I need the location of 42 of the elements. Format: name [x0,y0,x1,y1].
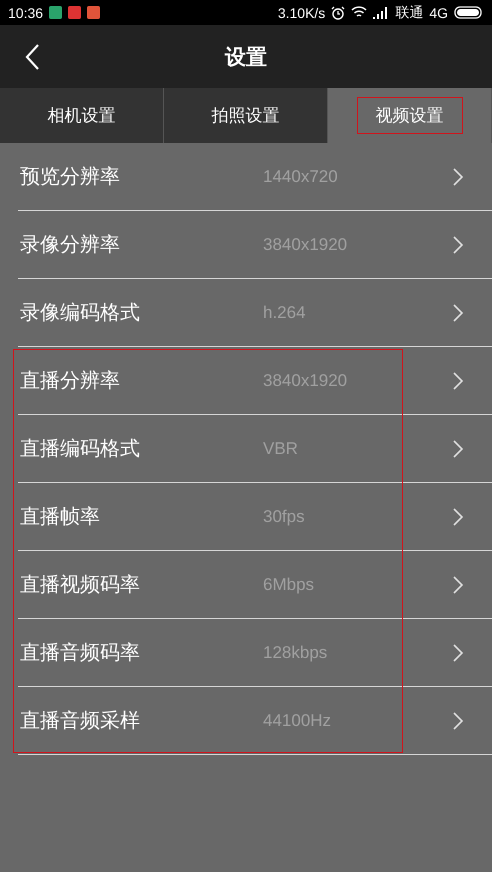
setting-value: VBR [263,438,299,458]
setting-value: 44100Hz [263,710,332,730]
app-notification-icon [87,6,100,19]
chevron-right-icon [452,574,464,594]
setting-value: 30fps [263,506,306,526]
setting-label: 直播编码格式 [19,435,141,462]
setting-value: 3840x1920 [263,370,348,390]
battery-icon [454,6,484,19]
setting-label: 直播音频码率 [19,639,141,666]
setting-label: 直播视频码率 [19,571,141,598]
status-time: 10:36 [8,4,44,20]
app-notification-icon [68,6,82,19]
setting-label: 直播帧率 [19,503,101,530]
chevron-right-icon [452,370,464,390]
network-speed: 3.10K/s [278,4,326,20]
page-title: 设置 [225,44,267,70]
setting-label: 直播音频采样 [19,707,141,734]
chevron-right-icon [452,302,464,322]
setting-value: 1440x720 [263,166,339,186]
setting-value: 6Mbps [263,574,316,594]
setting-label: 直播分辨率 [19,367,121,394]
settings-tab[interactable]: 拍照设置 [164,88,328,143]
chevron-right-icon [452,438,464,458]
setting-label: 录像编码格式 [19,299,141,326]
chevron-right-icon [452,710,464,730]
alarm-icon [331,6,346,20]
chevron-right-icon [452,642,464,662]
setting-label: 录像分辨率 [19,231,121,258]
signal-icon [373,6,390,18]
setting-label: 预览分辨率 [19,163,121,190]
wifi-icon [351,6,368,19]
network-type: 4G [429,4,448,20]
setting-value: 128kbps [263,642,328,662]
chevron-left-icon[interactable] [24,42,40,70]
setting-value: h.264 [263,302,307,322]
app-notification-icon [49,6,62,19]
setting-value: 3840x1920 [263,234,348,254]
chevron-right-icon [452,166,464,186]
chevron-right-icon [452,506,464,526]
carrier-name: 联通 [395,4,424,22]
settings-tab[interactable]: 相机设置 [0,88,164,143]
chevron-right-icon [452,234,464,254]
